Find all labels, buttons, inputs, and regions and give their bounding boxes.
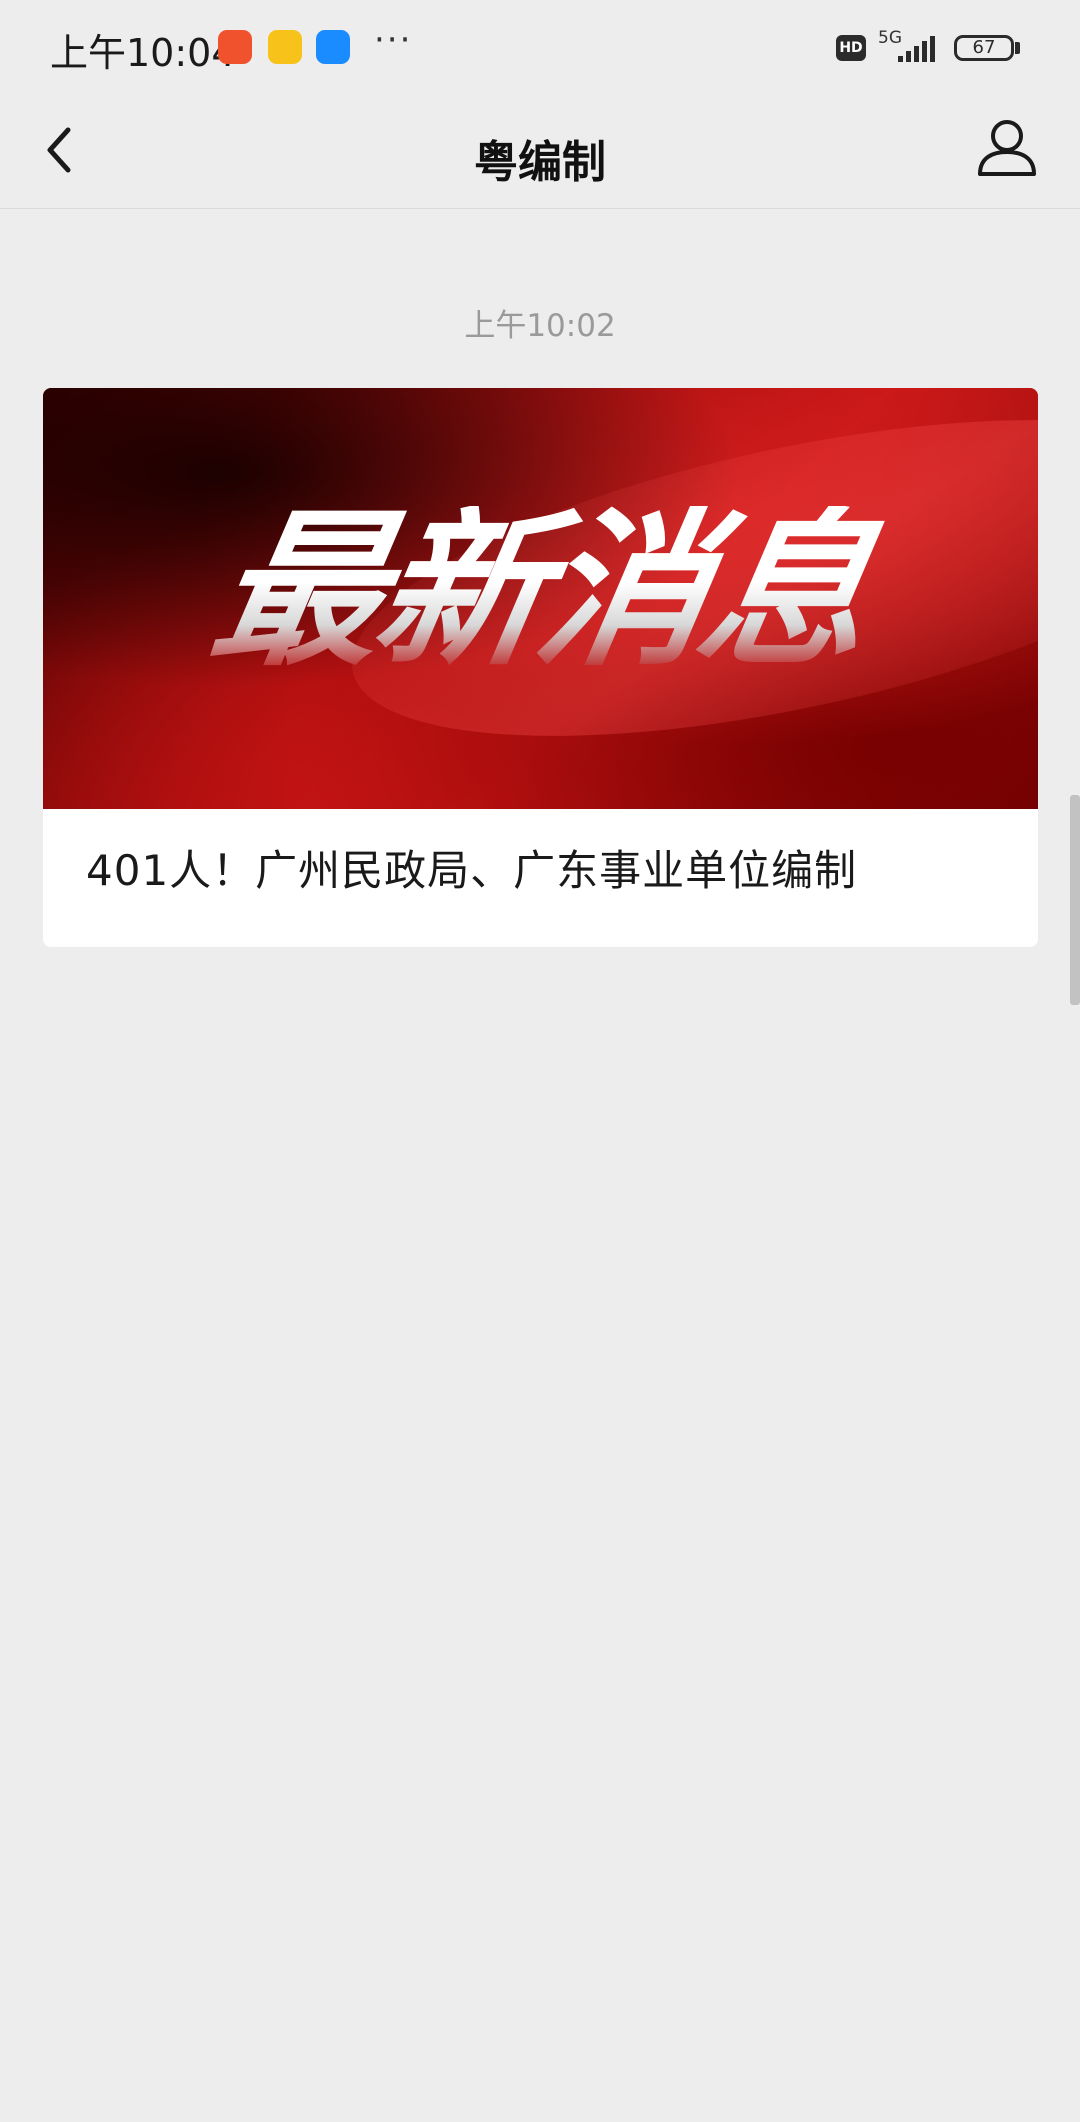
nav-bar: 粤编制 (0, 96, 1080, 209)
app-notification-icon (218, 30, 252, 64)
signal-strength-icon (898, 36, 935, 62)
status-bar: 上午10:04 ··· HD 5G 67 (0, 0, 1080, 96)
more-notifications-icon: ··· (374, 20, 413, 60)
hd-icon: HD (836, 35, 866, 61)
page-title: 粤编制 (474, 137, 606, 188)
scrollbar[interactable] (1070, 795, 1080, 1005)
battery-icon: 67 (954, 35, 1014, 61)
weibo-notification-icon (268, 30, 302, 64)
person-icon[interactable] (972, 112, 1042, 182)
status-time: 上午10:04 (50, 31, 236, 75)
cover-headline: 最新消息 (43, 493, 1038, 689)
article-title[interactable]: 401人！广州民政局、广东事业单位编制 (86, 837, 857, 898)
article-cover-image[interactable]: 最新消息 (43, 388, 1038, 809)
article-card[interactable]: 最新消息 401人！广州民政局、广东事业单位编制 (43, 388, 1038, 947)
battery-cap (1015, 42, 1020, 54)
message-notification-icon (316, 30, 350, 64)
message-timestamp: 上午10:02 (464, 308, 616, 344)
